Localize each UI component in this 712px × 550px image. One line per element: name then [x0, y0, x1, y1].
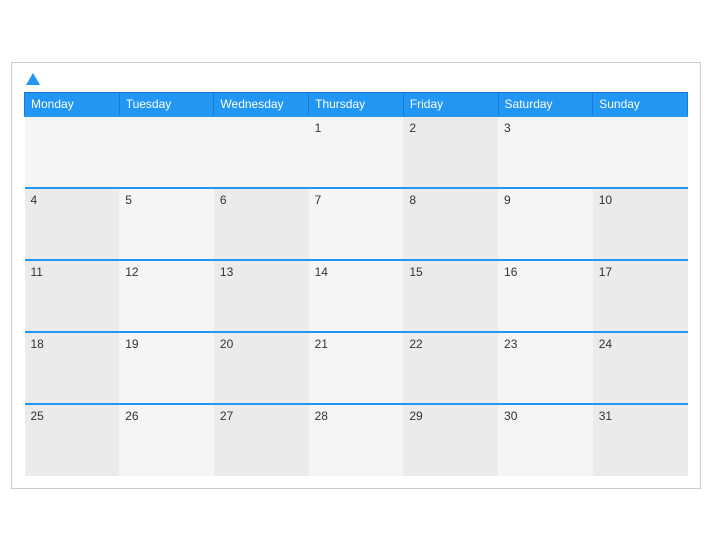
day-number: 30 — [504, 409, 517, 423]
day-cell-15: 15 — [403, 260, 498, 332]
day-cell-31: 31 — [593, 404, 688, 476]
day-cell-26: 26 — [119, 404, 214, 476]
day-number: 21 — [315, 337, 328, 351]
empty-day-cell — [214, 116, 309, 188]
day-number: 29 — [409, 409, 422, 423]
day-cell-3: 3 — [498, 116, 593, 188]
week-row-2: 4 5 6 7 8 9 10 — [25, 188, 688, 260]
day-number: 27 — [220, 409, 233, 423]
day-number: 14 — [315, 265, 328, 279]
day-cell-16: 16 — [498, 260, 593, 332]
day-cell-9: 9 — [498, 188, 593, 260]
day-cell-28: 28 — [309, 404, 404, 476]
day-number: 25 — [31, 409, 44, 423]
day-number: 28 — [315, 409, 328, 423]
day-cell-4: 4 — [25, 188, 120, 260]
day-number: 22 — [409, 337, 422, 351]
day-cell-18: 18 — [25, 332, 120, 404]
logo-blue-text — [24, 73, 40, 86]
day-number: 9 — [504, 193, 511, 207]
week-row-1: 1 2 3 — [25, 116, 688, 188]
day-cell-25: 25 — [25, 404, 120, 476]
weekday-header-row: MondayTuesdayWednesdayThursdayFridaySatu… — [25, 92, 688, 116]
weekday-header-tuesday: Tuesday — [119, 92, 214, 116]
day-cell-13: 13 — [214, 260, 309, 332]
day-cell-23: 23 — [498, 332, 593, 404]
empty-day-cell — [593, 116, 688, 188]
day-cell-2: 2 — [403, 116, 498, 188]
day-cell-1: 1 — [309, 116, 404, 188]
day-number: 4 — [31, 193, 38, 207]
day-number: 8 — [409, 193, 416, 207]
weekday-header-friday: Friday — [403, 92, 498, 116]
empty-day-cell — [25, 116, 120, 188]
weekday-header-saturday: Saturday — [498, 92, 593, 116]
day-number: 19 — [125, 337, 138, 351]
day-number: 12 — [125, 265, 138, 279]
logo — [24, 73, 40, 86]
calendar-container: MondayTuesdayWednesdayThursdayFridaySatu… — [11, 62, 701, 489]
day-number: 7 — [315, 193, 322, 207]
day-cell-17: 17 — [593, 260, 688, 332]
week-row-5: 25 26 27 28 29 30 31 — [25, 404, 688, 476]
calendar-grid: MondayTuesdayWednesdayThursdayFridaySatu… — [24, 92, 688, 476]
day-cell-5: 5 — [119, 188, 214, 260]
day-number: 2 — [409, 121, 416, 135]
calendar-header — [24, 73, 688, 86]
day-number: 18 — [31, 337, 44, 351]
day-cell-11: 11 — [25, 260, 120, 332]
weekday-header-wednesday: Wednesday — [214, 92, 309, 116]
logo-triangle-icon — [26, 73, 40, 85]
day-cell-20: 20 — [214, 332, 309, 404]
day-number: 23 — [504, 337, 517, 351]
day-number: 31 — [599, 409, 612, 423]
week-row-4: 18 19 20 21 22 23 24 — [25, 332, 688, 404]
day-cell-6: 6 — [214, 188, 309, 260]
day-number: 17 — [599, 265, 612, 279]
week-row-3: 11 12 13 14 15 16 17 — [25, 260, 688, 332]
day-number: 20 — [220, 337, 233, 351]
day-cell-21: 21 — [309, 332, 404, 404]
day-number: 13 — [220, 265, 233, 279]
day-cell-22: 22 — [403, 332, 498, 404]
day-number: 16 — [504, 265, 517, 279]
weekday-header-monday: Monday — [25, 92, 120, 116]
empty-day-cell — [119, 116, 214, 188]
day-cell-10: 10 — [593, 188, 688, 260]
day-cell-27: 27 — [214, 404, 309, 476]
day-number: 26 — [125, 409, 138, 423]
day-number: 24 — [599, 337, 612, 351]
day-number: 1 — [315, 121, 322, 135]
day-cell-24: 24 — [593, 332, 688, 404]
day-cell-30: 30 — [498, 404, 593, 476]
day-number: 15 — [409, 265, 422, 279]
day-number: 11 — [31, 265, 43, 279]
weekday-header-thursday: Thursday — [309, 92, 404, 116]
day-cell-19: 19 — [119, 332, 214, 404]
day-cell-29: 29 — [403, 404, 498, 476]
day-cell-12: 12 — [119, 260, 214, 332]
day-number: 10 — [599, 193, 612, 207]
day-cell-14: 14 — [309, 260, 404, 332]
day-cell-8: 8 — [403, 188, 498, 260]
weekday-header-sunday: Sunday — [593, 92, 688, 116]
day-number: 3 — [504, 121, 511, 135]
day-cell-7: 7 — [309, 188, 404, 260]
day-number: 6 — [220, 193, 227, 207]
day-number: 5 — [125, 193, 132, 207]
